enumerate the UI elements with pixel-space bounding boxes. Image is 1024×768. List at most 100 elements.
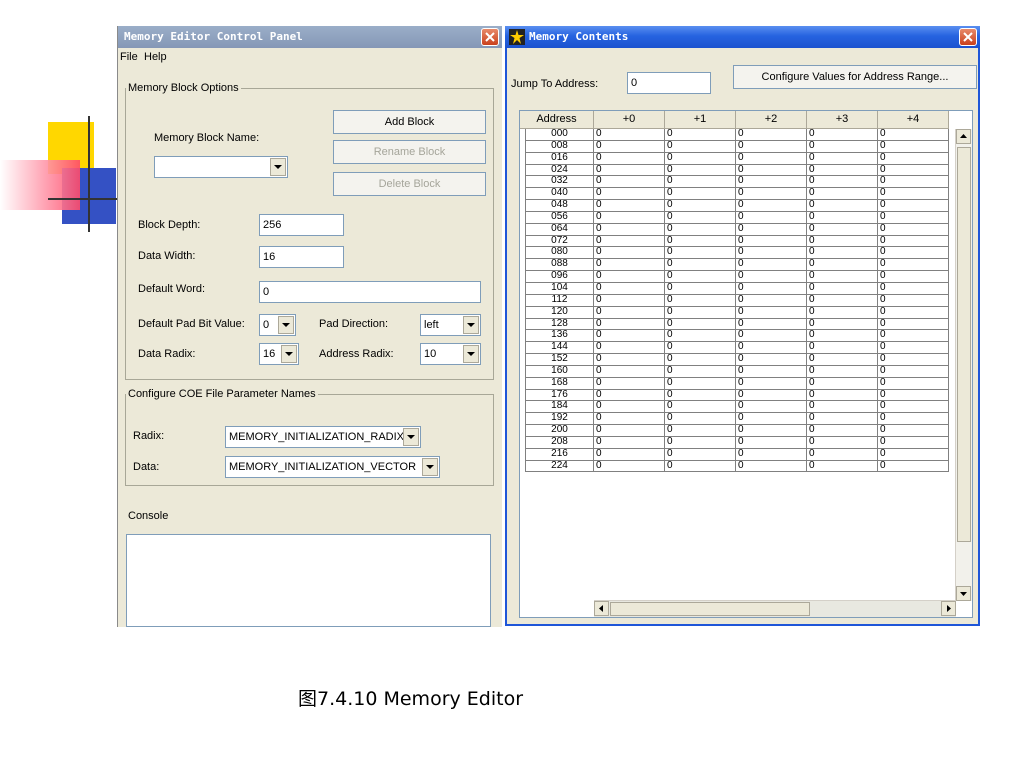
value-cell[interactable]: 0 [878,188,949,201]
value-cell[interactable]: 0 [594,164,665,177]
value-cell[interactable]: 0 [736,354,807,366]
value-cell[interactable]: 0 [878,247,949,260]
value-cell[interactable]: 0 [665,188,736,201]
value-cell[interactable]: 0 [807,271,878,283]
control-panel-titlebar[interactable]: Memory Editor Control Panel [118,26,502,48]
value-cell[interactable]: 0 [807,247,878,260]
value-cell[interactable]: 0 [665,436,736,449]
value-cell[interactable]: 0 [665,448,736,461]
configure-values-button[interactable]: Configure Values for Address Range... [733,65,977,89]
default-word-field[interactable]: 0 [259,281,481,303]
column-header-offset[interactable]: +2 [736,111,807,129]
value-cell[interactable]: 0 [665,140,736,153]
value-cell[interactable]: 0 [736,330,807,343]
vertical-scroll-thumb[interactable] [957,147,971,542]
data-width-field[interactable]: 16 [259,246,344,268]
value-cell[interactable]: 0 [665,354,736,366]
address-radix-select[interactable]: 10 [420,343,481,365]
value-cell[interactable]: 0 [665,294,736,307]
chevron-down-icon[interactable] [463,345,479,363]
value-cell[interactable]: 0 [736,448,807,461]
value-cell[interactable]: 0 [665,247,736,260]
value-cell[interactable]: 0 [736,140,807,153]
value-cell[interactable]: 0 [736,413,807,426]
value-cell[interactable]: 0 [878,152,949,165]
value-cell[interactable]: 0 [736,129,807,141]
value-cell[interactable]: 0 [665,282,736,295]
value-cell[interactable]: 0 [878,294,949,307]
value-cell[interactable]: 0 [736,152,807,165]
value-cell[interactable]: 0 [736,306,807,319]
value-cell[interactable]: 0 [594,259,665,272]
value-cell[interactable]: 0 [878,259,949,272]
value-cell[interactable]: 0 [878,211,949,224]
value-cell[interactable]: 0 [807,188,878,201]
value-cell[interactable]: 0 [594,354,665,366]
value-cell[interactable]: 0 [807,413,878,426]
value-cell[interactable]: 0 [736,401,807,414]
memory-contents-close-button[interactable] [959,28,977,46]
value-cell[interactable]: 0 [594,129,665,141]
value-cell[interactable]: 0 [807,152,878,165]
value-cell[interactable]: 0 [665,259,736,272]
value-cell[interactable]: 0 [594,152,665,165]
value-cell[interactable]: 0 [807,140,878,153]
value-cell[interactable]: 0 [878,164,949,177]
value-cell[interactable]: 0 [594,282,665,295]
value-cell[interactable]: 0 [736,271,807,283]
value-cell[interactable]: 0 [736,247,807,260]
jump-to-address-field[interactable]: 0 [627,72,711,94]
value-cell[interactable]: 0 [594,140,665,153]
column-header-address[interactable]: Address [520,111,594,129]
control-panel-close-button[interactable] [481,28,499,46]
value-cell[interactable]: 0 [594,330,665,343]
chevron-down-icon[interactable] [422,458,438,476]
value-cell[interactable]: 0 [878,460,949,473]
value-cell[interactable]: 0 [807,318,878,331]
value-cell[interactable]: 0 [878,425,949,437]
value-cell[interactable]: 0 [878,342,949,355]
value-cell[interactable]: 0 [807,377,878,390]
value-cell[interactable]: 0 [594,294,665,307]
pad-direction-select[interactable]: left [420,314,481,336]
pad-bit-select[interactable]: 0 [259,314,296,336]
value-cell[interactable]: 0 [736,188,807,201]
value-cell[interactable]: 0 [594,389,665,402]
value-cell[interactable]: 0 [807,401,878,414]
value-cell[interactable]: 0 [878,318,949,331]
value-cell[interactable]: 0 [594,188,665,201]
memory-contents-titlebar[interactable]: Memory Contents [505,26,980,48]
value-cell[interactable]: 0 [594,425,665,437]
value-cell[interactable]: 0 [594,306,665,319]
value-cell[interactable]: 0 [594,247,665,260]
value-cell[interactable]: 0 [807,354,878,366]
block-depth-field[interactable]: 256 [259,214,344,236]
value-cell[interactable]: 0 [736,259,807,272]
value-cell[interactable]: 0 [807,200,878,212]
value-cell[interactable]: 0 [878,413,949,426]
value-cell[interactable]: 0 [665,342,736,355]
value-cell[interactable]: 0 [665,164,736,177]
value-cell[interactable]: 0 [594,342,665,355]
value-cell[interactable]: 0 [878,389,949,402]
value-cell[interactable]: 0 [736,342,807,355]
value-cell[interactable]: 0 [807,294,878,307]
vertical-scrollbar[interactable] [955,129,972,601]
value-cell[interactable]: 0 [594,460,665,473]
value-cell[interactable]: 0 [665,425,736,437]
value-cell[interactable]: 0 [878,223,949,236]
value-cell[interactable]: 0 [807,223,878,236]
value-cell[interactable]: 0 [665,211,736,224]
value-cell[interactable]: 0 [807,282,878,295]
value-cell[interactable]: 0 [807,259,878,272]
value-cell[interactable]: 0 [665,460,736,473]
value-cell[interactable]: 0 [878,401,949,414]
value-cell[interactable]: 0 [807,365,878,378]
value-cell[interactable]: 0 [878,448,949,461]
value-cell[interactable]: 0 [736,164,807,177]
value-cell[interactable]: 0 [594,176,665,189]
value-cell[interactable]: 0 [807,330,878,343]
column-header-offset[interactable]: +3 [807,111,878,129]
add-block-button[interactable]: Add Block [333,110,486,134]
value-cell[interactable]: 0 [736,365,807,378]
